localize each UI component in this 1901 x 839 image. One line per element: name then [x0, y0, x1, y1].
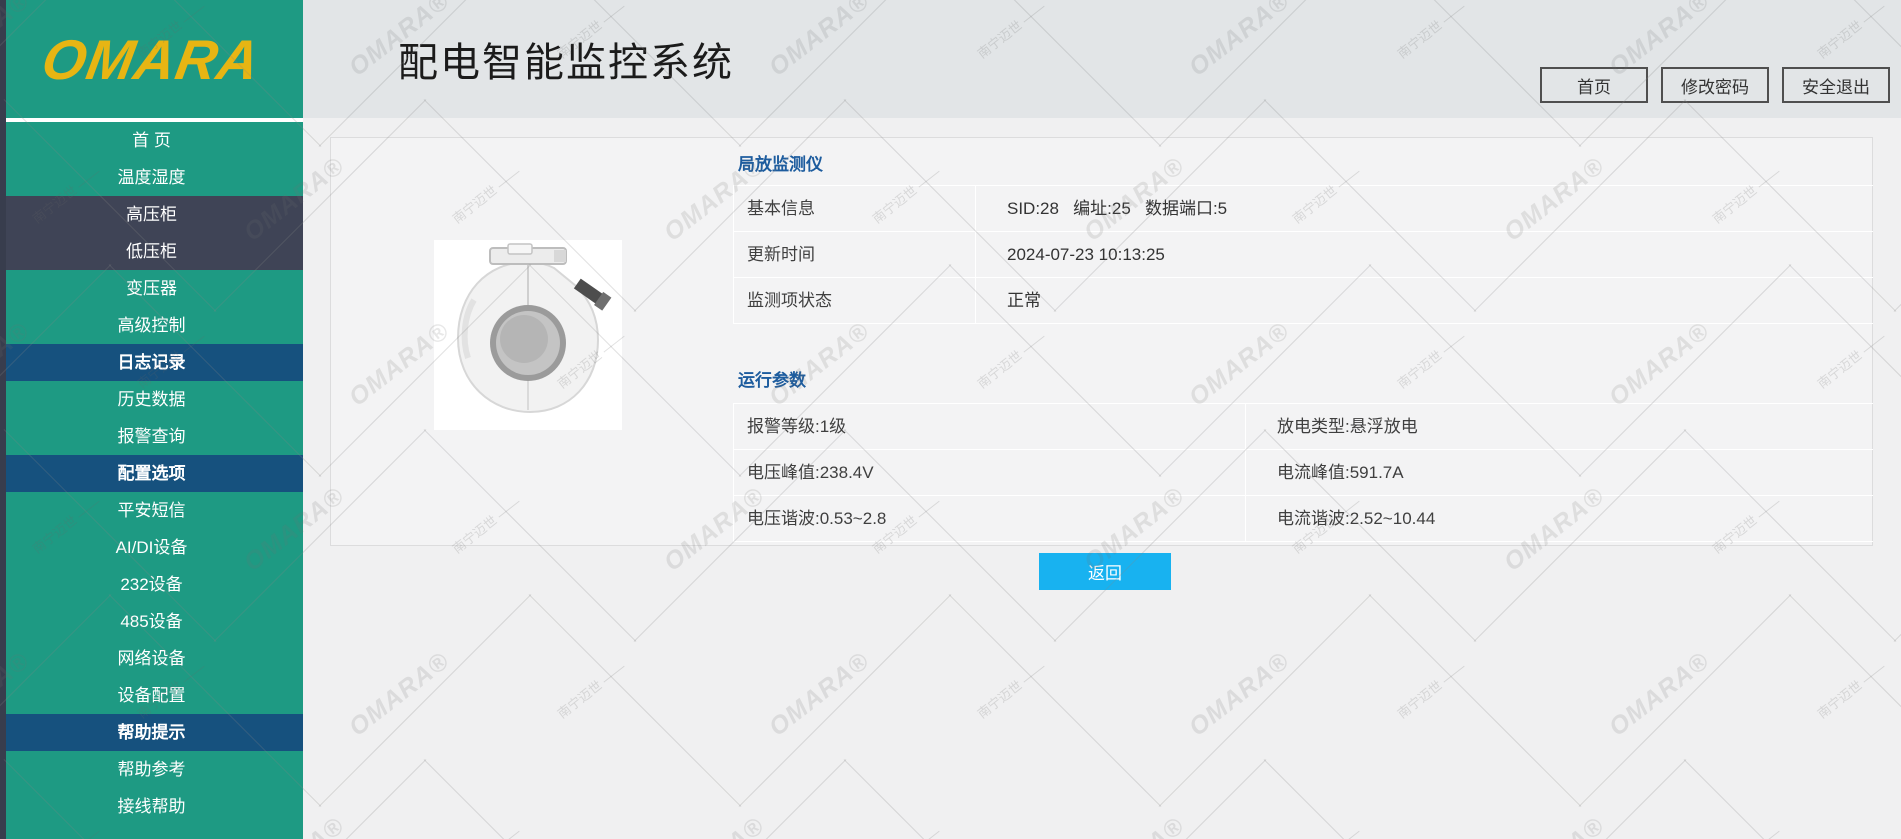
table-row: 监测项状态正常 [734, 278, 1873, 324]
sidebar-item[interactable]: 网络设备 [0, 640, 303, 677]
sidebar-item[interactable]: 首 页 [0, 122, 303, 159]
sidebar-item[interactable]: 高级控制 [0, 307, 303, 344]
param-cell: 电压谐波:0.53~2.8 [734, 496, 1246, 541]
sidebar-item[interactable]: 变压器 [0, 270, 303, 307]
table-row: 更新时间2024-07-23 10:13:25 [734, 232, 1873, 278]
sidebar: OMARA 首 页温度湿度高压柜低压柜变压器高级控制日志记录历史数据报警查询配置… [0, 0, 303, 839]
header-buttons: 首页修改密码安全退出 [1540, 67, 1890, 103]
header: 配电智能监控系统 首页修改密码安全退出 [303, 0, 1901, 118]
table-row: 电压峰值:238.4V电流峰值:591.7A [734, 450, 1873, 496]
logo[interactable]: OMARA [0, 0, 303, 122]
sidebar-item[interactable]: 配置选项 [0, 455, 303, 492]
device-detail-panel: 局放监测仪 基本信息SID:28 编址:25 数据端口:5更新时间2024-07… [330, 137, 1873, 546]
sidebar-menu: 首 页温度湿度高压柜低压柜变压器高级控制日志记录历史数据报警查询配置选项平安短信… [0, 122, 303, 825]
row-label: 基本信息 [734, 186, 976, 231]
sidebar-edge-strip [0, 0, 6, 839]
sidebar-item[interactable]: 接线帮助 [0, 788, 303, 825]
sidebar-item[interactable]: 历史数据 [0, 381, 303, 418]
table-row: 电压谐波:0.53~2.8电流谐波:2.52~10.44 [734, 496, 1873, 542]
header-button[interactable]: 修改密码 [1661, 67, 1769, 103]
sidebar-item[interactable]: 日志记录 [0, 344, 303, 381]
row-label: 更新时间 [734, 232, 976, 277]
sidebar-item[interactable]: 报警查询 [0, 418, 303, 455]
table-row: 报警等级:1级放电类型:悬浮放电 [734, 404, 1873, 450]
row-value: SID:28 编址:25 数据端口:5 [976, 186, 1873, 231]
sidebar-item[interactable]: 帮助参考 [0, 751, 303, 788]
app-window: OMARA 首 页温度湿度高压柜低压柜变压器高级控制日志记录历史数据报警查询配置… [0, 0, 1901, 839]
sidebar-item[interactable]: 平安短信 [0, 492, 303, 529]
section-title-basic: 局放监测仪 [738, 150, 823, 175]
section-title-params: 运行参数 [738, 366, 806, 391]
table-row: 基本信息SID:28 编址:25 数据端口:5 [734, 186, 1873, 232]
param-cell: 电压峰值:238.4V [734, 450, 1246, 495]
row-value: 2024-07-23 10:13:25 [976, 232, 1873, 277]
ct-sensor-illustration [434, 240, 622, 430]
back-button[interactable]: 返回 [1039, 553, 1171, 590]
sidebar-item[interactable]: AI/DI设备 [0, 529, 303, 566]
row-value: 正常 [976, 278, 1873, 323]
page-title: 配电智能监控系统 [398, 0, 734, 118]
main-content: 局放监测仪 基本信息SID:28 编址:25 数据端口:5更新时间2024-07… [303, 118, 1901, 839]
sidebar-item[interactable]: 低压柜 [0, 233, 303, 270]
basic-info-table: 基本信息SID:28 编址:25 数据端口:5更新时间2024-07-23 10… [733, 185, 1873, 324]
sidebar-item[interactable]: 帮助提示 [0, 714, 303, 751]
header-button[interactable]: 首页 [1540, 67, 1648, 103]
sidebar-item[interactable]: 温度湿度 [0, 159, 303, 196]
run-params-table: 报警等级:1级放电类型:悬浮放电电压峰值:238.4V电流峰值:591.7A电压… [733, 403, 1873, 542]
param-cell: 电流谐波:2.52~10.44 [1246, 496, 1873, 541]
header-button[interactable]: 安全退出 [1782, 67, 1890, 103]
sidebar-item[interactable]: 设备配置 [0, 677, 303, 714]
sidebar-item[interactable]: 232设备 [0, 566, 303, 603]
param-cell: 报警等级:1级 [734, 404, 1246, 449]
sidebar-item[interactable]: 485设备 [0, 603, 303, 640]
sidebar-item[interactable]: 高压柜 [0, 196, 303, 233]
param-cell: 放电类型:悬浮放电 [1246, 404, 1873, 449]
row-label: 监测项状态 [734, 278, 976, 323]
logo-text: OMARA [38, 27, 266, 92]
device-photo [434, 240, 622, 430]
param-cell: 电流峰值:591.7A [1246, 450, 1873, 495]
